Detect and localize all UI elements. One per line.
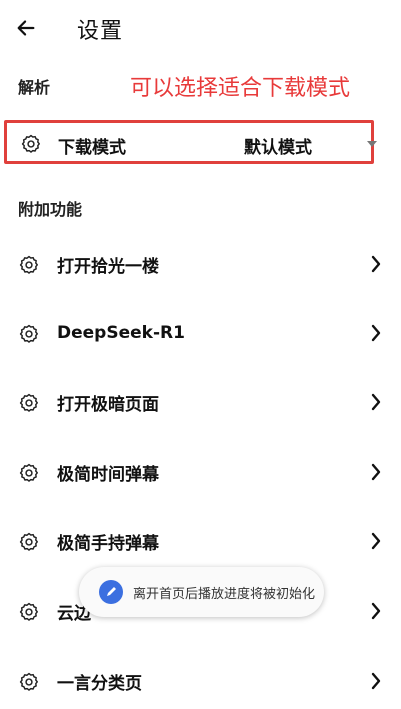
settings-item-label: 一言分类页 (57, 673, 142, 694)
chevron-right-icon (371, 324, 381, 342)
download-mode-label: 下载模式 (58, 138, 126, 158)
gear-icon (19, 532, 38, 551)
gear-icon (19, 672, 38, 691)
settings-item-label: 极简时间弹幕 (57, 464, 159, 485)
gear-icon (19, 602, 38, 621)
gear-icon (19, 463, 38, 482)
settings-item[interactable]: 打开拾光一楼 (0, 236, 401, 292)
settings-item[interactable]: DeepSeek-R1 (0, 305, 401, 361)
dropdown-caret-icon[interactable] (367, 141, 377, 147)
download-mode-row[interactable]: 下载模式 默认模式 (4, 120, 377, 164)
pencil-icon (99, 580, 123, 604)
gear-icon (21, 134, 40, 153)
settings-item-label: 打开拾光一楼 (57, 256, 159, 277)
toast: 离开首页后播放进度将被初始化 (79, 567, 324, 617)
page-title: 设置 (77, 19, 124, 44)
chevron-right-icon (371, 255, 381, 273)
chevron-right-icon (371, 463, 381, 481)
settings-item[interactable]: 极简时间弹幕 (0, 444, 401, 500)
settings-item[interactable]: 极简手持弹幕 (0, 513, 401, 569)
section-title-extra: 附加功能 (18, 200, 83, 219)
settings-item[interactable]: 打开极暗页面 (0, 374, 401, 430)
gear-icon (19, 393, 38, 412)
chevron-right-icon (371, 532, 381, 550)
settings-item-label: 打开极暗页面 (57, 394, 159, 415)
download-mode-value[interactable]: 默认模式 (244, 133, 312, 158)
app-header: 设置 (0, 0, 401, 56)
arrow-left-icon (17, 20, 35, 36)
settings-item-label: DeepSeek-R1 (57, 323, 185, 343)
gear-icon (19, 324, 38, 343)
chevron-right-icon (371, 672, 381, 690)
settings-item-label: 极简手持弹幕 (57, 533, 159, 554)
section-title-parse: 解析 (18, 78, 51, 97)
settings-item[interactable]: 一言分类页 (0, 653, 401, 709)
back-button[interactable] (8, 10, 44, 46)
toast-message: 离开首页后播放进度将被初始化 (133, 587, 316, 602)
chevron-right-icon (371, 602, 381, 620)
annotation-text: 可以选择适合下载模式 (130, 76, 351, 101)
gear-icon (19, 255, 38, 274)
chevron-right-icon (371, 393, 381, 411)
blur-mask (60, 70, 140, 98)
